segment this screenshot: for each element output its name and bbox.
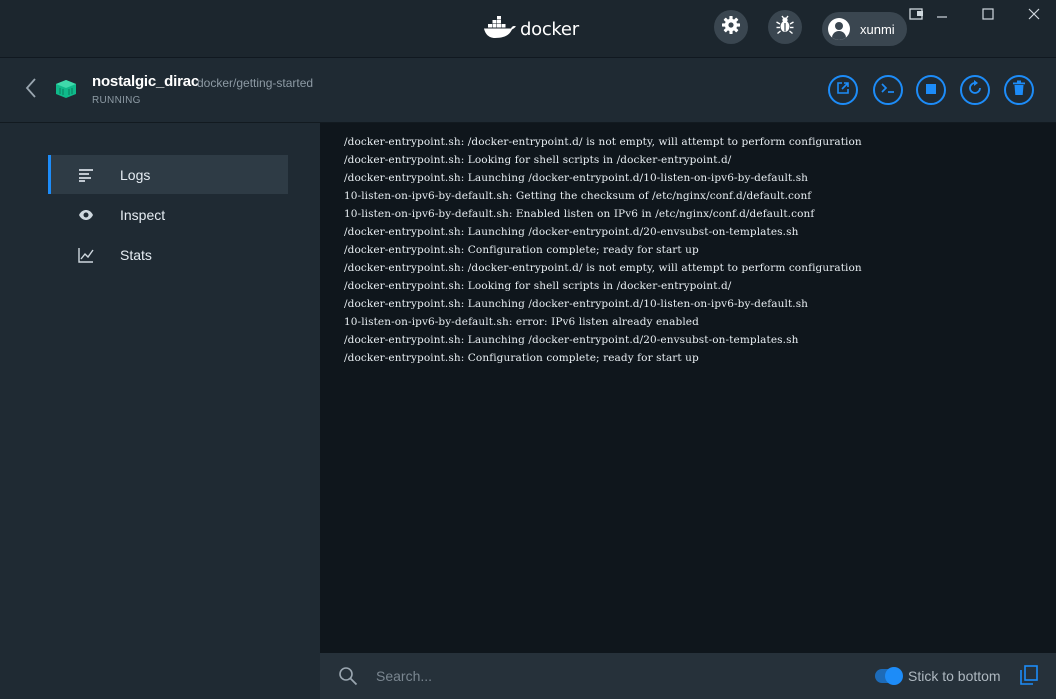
log-lines: /docker-entrypoint.sh: /docker-entrypoin… xyxy=(344,133,862,367)
open-in-browser-button[interactable] xyxy=(828,75,858,105)
docker-logo: docker xyxy=(484,15,579,43)
terminal-icon xyxy=(880,81,896,99)
sidebar-item-stats[interactable]: Stats xyxy=(48,235,288,274)
whale-icon xyxy=(484,15,516,43)
sidebar-item-label: Stats xyxy=(120,246,152,263)
search-icon xyxy=(338,666,358,691)
log-line: /docker-entrypoint.sh: Launching /docker… xyxy=(344,226,799,238)
maximize-button[interactable] xyxy=(976,6,1000,26)
log-line: 10-listen-on-ipv6-by-default.sh: Getting… xyxy=(344,190,812,202)
logo-text: docker xyxy=(520,18,579,40)
container-icon xyxy=(54,79,78,104)
chevron-left-icon xyxy=(24,77,38,104)
stop-icon xyxy=(926,81,936,99)
restart-button[interactable] xyxy=(960,75,990,105)
delete-button[interactable] xyxy=(1004,75,1034,105)
trash-icon xyxy=(1012,80,1026,101)
close-icon xyxy=(1028,7,1040,25)
close-button[interactable] xyxy=(1022,6,1046,26)
troubleshoot-button[interactable] xyxy=(768,10,802,44)
toggle-knob xyxy=(885,667,903,685)
stick-to-bottom-label: Stick to bottom xyxy=(908,668,1001,684)
copy-icon[interactable] xyxy=(1020,665,1038,690)
restart-icon xyxy=(967,79,983,101)
chart-icon xyxy=(78,247,94,263)
container-name: nostalgic_dirac xyxy=(92,73,200,90)
minimize-button[interactable] xyxy=(930,6,954,26)
status-badge: RUNNING xyxy=(92,95,141,106)
log-line: /docker-entrypoint.sh: Launching /docker… xyxy=(344,334,799,346)
cli-button[interactable] xyxy=(873,75,903,105)
log-line: /docker-entrypoint.sh: Launching /docker… xyxy=(344,172,809,184)
stop-button[interactable] xyxy=(916,75,946,105)
gear-icon xyxy=(721,15,741,40)
log-line: /docker-entrypoint.sh: Configuration com… xyxy=(344,244,699,256)
user-account-button[interactable]: xunmi xyxy=(822,12,907,46)
sidebar-item-inspect[interactable]: Inspect xyxy=(48,195,288,234)
avatar xyxy=(828,18,850,40)
bug-icon xyxy=(775,15,795,40)
lines-icon xyxy=(78,167,94,183)
window-pin-button[interactable] xyxy=(905,6,929,26)
sidebar: Logs Inspect Stats xyxy=(0,123,320,699)
log-line: 10-listen-on-ipv6-by-default.sh: Enabled… xyxy=(344,208,815,220)
log-line: 10-listen-on-ipv6-by-default.sh: error: … xyxy=(344,316,699,328)
external-link-icon xyxy=(836,81,850,100)
maximize-icon xyxy=(982,7,994,25)
settings-button[interactable] xyxy=(714,10,748,44)
log-line: /docker-entrypoint.sh: Looking for shell… xyxy=(344,154,732,166)
window-pin-icon xyxy=(909,7,925,26)
log-output[interactable]: /docker-entrypoint.sh: /docker-entrypoin… xyxy=(320,123,1056,653)
log-line: /docker-entrypoint.sh: Looking for shell… xyxy=(344,280,732,292)
eye-icon xyxy=(78,207,94,223)
log-line: /docker-entrypoint.sh: /docker-entrypoin… xyxy=(344,136,862,148)
log-line: /docker-entrypoint.sh: Configuration com… xyxy=(344,352,699,364)
title-bar: docker xunmi xyxy=(0,0,1056,58)
log-line: /docker-entrypoint.sh: /docker-entrypoin… xyxy=(344,262,862,274)
back-button[interactable] xyxy=(20,77,42,103)
log-line: /docker-entrypoint.sh: Launching /docker… xyxy=(344,298,809,310)
search-input[interactable] xyxy=(376,665,796,687)
stick-to-bottom-toggle[interactable] xyxy=(875,667,903,685)
minimize-icon xyxy=(936,7,948,25)
container-image: docker/getting-started xyxy=(197,76,314,90)
sidebar-item-label: Inspect xyxy=(120,206,166,223)
user-name: xunmi xyxy=(860,21,895,37)
sidebar-item-logs[interactable]: Logs xyxy=(48,155,288,194)
sidebar-item-label: Logs xyxy=(120,166,151,183)
container-header: nostalgic_dirac docker/getting-started R… xyxy=(0,58,1056,123)
log-toolbar: Stick to bottom xyxy=(320,653,1056,699)
